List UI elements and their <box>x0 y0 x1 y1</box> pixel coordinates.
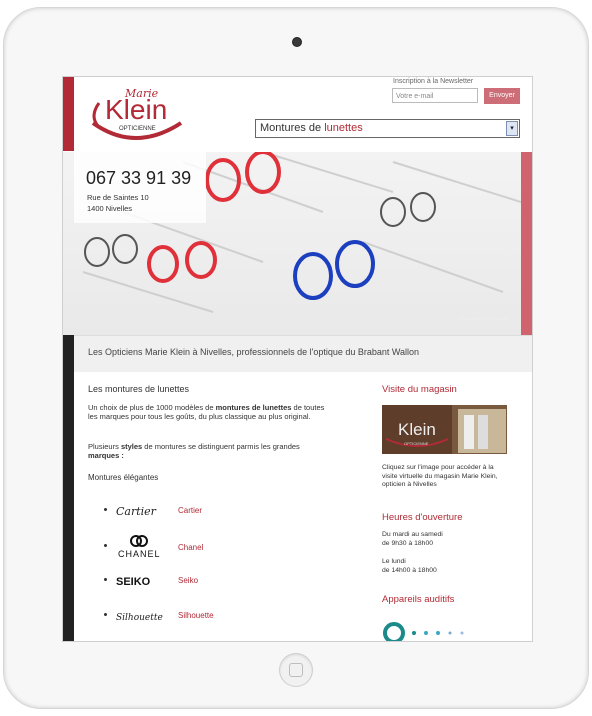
home-button-icon <box>289 663 303 677</box>
hearing-heading: Appareils auditifs <box>382 594 455 605</box>
contact-box: 067 33 91 39 Rue de Saintes 10 1400 Nive… <box>74 152 206 223</box>
chevron-down-icon[interactable]: ▾ <box>506 121 518 136</box>
hours-weekday-time: de 9h30 à 18h00 <box>382 540 434 547</box>
styles-paragraph: Plusieurs styles de montures se distingu… <box>88 442 326 460</box>
newsletter-label: Inscription à la Newsletter <box>393 78 474 85</box>
hours-monday-time: de 14h00 à 18h00 <box>382 567 437 574</box>
svg-text:OPTICIENNE: OPTICIENNE <box>404 441 429 446</box>
silhouette-logo: Silhouette <box>116 613 163 623</box>
intro-text-bold: montures de lunettes <box>215 403 292 412</box>
svg-text:Cartier: Cartier <box>116 505 157 518</box>
styles-text-marques: marques : <box>88 451 124 460</box>
shop-front-illustration: Klein OPTICIENNE <box>382 405 507 454</box>
intro-paragraph: Un choix de plus de 1000 modèles de mont… <box>88 403 326 421</box>
phone-number[interactable]: 067 33 91 39 <box>86 168 191 189</box>
address-street: Rue de Saintes 10 <box>87 193 149 202</box>
bullet-icon <box>104 544 107 547</box>
header-accent-bar <box>63 77 74 151</box>
hours-weekday: Du mardi au samedi <box>382 531 443 538</box>
bullet-icon <box>104 613 107 616</box>
chanel-logo: CHANEL <box>118 535 161 559</box>
intro-text-a: Un choix de plus de 1000 modèles de <box>88 403 216 412</box>
marie-klein-logo[interactable]: Marie Klein OPTICIENNE <box>85 83 189 145</box>
brand-row-silhouette[interactable]: Silhouette Silhouette <box>104 607 304 625</box>
cartier-logo: Cartier <box>116 505 157 518</box>
brand-link-seiko[interactable]: Seiko <box>178 576 198 585</box>
brand-link-cartier[interactable]: Cartier <box>178 506 202 515</box>
styles-text-a: Plusieurs <box>88 442 121 451</box>
svg-text:OPTICIENNE: OPTICIENNE <box>119 126 156 132</box>
svg-text:Klein: Klein <box>105 94 167 125</box>
hours-monday: Le lundi <box>382 558 406 565</box>
newsletter-email-input[interactable]: Votre e-mail <box>392 88 478 103</box>
brand-link-chanel[interactable]: Chanel <box>178 543 203 552</box>
svg-text:CHANEL: CHANEL <box>118 549 161 559</box>
photo-credit: Photo Alain Prud'homme <box>459 316 509 321</box>
styles-text-bold: styles <box>120 442 143 451</box>
category-select[interactable]: Montures de lunettes ▾ <box>255 119 520 138</box>
tagline-text: Les Opticiens Marie Klein à Nivelles, pr… <box>88 347 420 357</box>
hearing-aid-logo[interactable] <box>382 617 482 642</box>
seiko-logo: SEIKO <box>116 576 151 588</box>
main-content: Les montures de lunettes Un choix de plu… <box>74 372 532 642</box>
visit-heading: Visite du magasin <box>382 384 457 395</box>
svg-text:SEIKO: SEIKO <box>116 576 151 588</box>
hero-right-accent <box>521 152 532 335</box>
section-heading: Les montures de lunettes <box>88 384 190 394</box>
bullet-icon <box>104 578 107 581</box>
newsletter-send-button[interactable]: Envoyer <box>484 88 520 104</box>
brand-row-seiko[interactable]: SEIKO Seiko <box>104 572 304 590</box>
tagline-bar: Les Opticiens Marie Klein à Nivelles, pr… <box>74 335 532 373</box>
styles-text-c: de montures se distinguent parmis les gr… <box>142 442 300 451</box>
elegant-frames-subheading: Montures élégantes <box>88 473 159 482</box>
brand-row-chanel[interactable]: CHANEL Chanel <box>104 534 304 560</box>
select-prefix: Montures de <box>260 122 325 134</box>
bullet-icon <box>104 508 107 511</box>
front-camera <box>292 37 302 47</box>
svg-text:Klein: Klein <box>398 420 436 439</box>
select-highlight: lunettes <box>324 122 363 134</box>
virtual-tour-image[interactable]: Klein OPTICIENNE <box>382 405 507 454</box>
brand-row-cartier[interactable]: Cartier Cartier <box>104 502 304 520</box>
brand-link-silhouette[interactable]: Silhouette <box>178 611 214 620</box>
address-city: 1400 Nivelles <box>87 204 133 213</box>
hours-heading: Heures d'ouverture <box>382 512 463 523</box>
visit-text: Cliquez sur l'image pour accéder à la vi… <box>382 464 498 489</box>
svg-text:Silhouette: Silhouette <box>116 613 163 623</box>
website-screen: Marie Klein OPTICIENNE Inscription à la … <box>62 76 533 642</box>
